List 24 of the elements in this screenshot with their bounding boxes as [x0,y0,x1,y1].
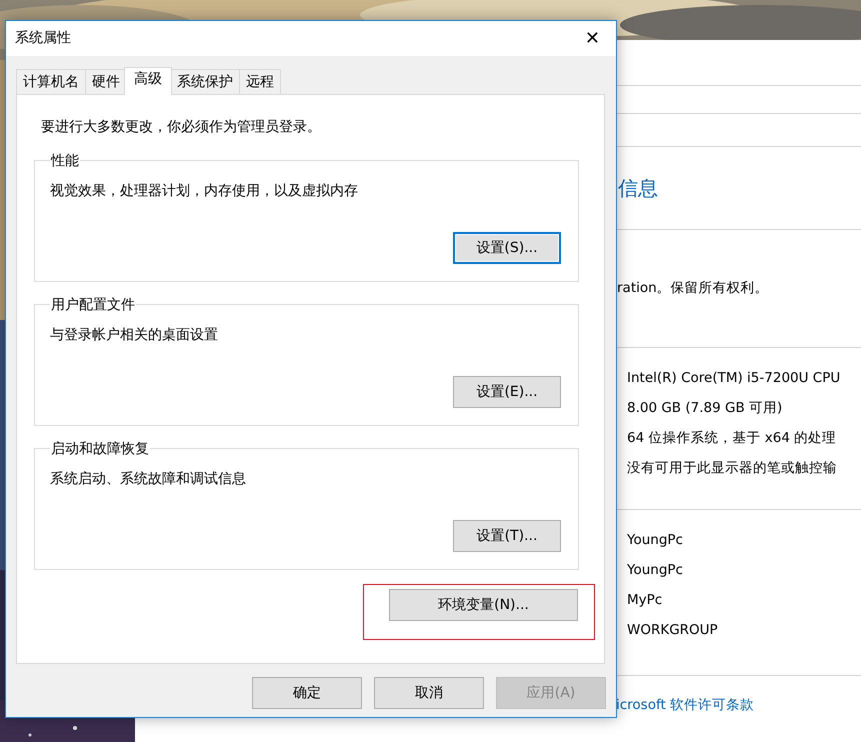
group-description: 视觉效果，处理器计划，内存使用，以及虚拟内存 [50,182,358,201]
admin-note: 要进行大多数更改，你必须作为管理员登录。 [40,118,322,137]
dialog-button[interactable]: 取消 [374,677,484,709]
computer-name-value: YoungPc [627,561,684,580]
dialog-button[interactable]: 确定 [252,677,362,709]
license-link[interactable]: icrosoft 软件许可条款 [616,697,754,713]
copyright-text: ration。保留所有权利。 [617,279,769,298]
computer-name-value: YoungPc [627,531,684,550]
environment-variables-button[interactable]: 环境变量(N)... [389,589,578,621]
tab[interactable]: 远程 [239,69,281,94]
group-description: 系统启动、系统故障和调试信息 [50,470,246,489]
tab[interactable]: 计算机名 [16,69,86,94]
computer-name-value: MyPc [627,591,664,610]
spec-value: 8.00 GB (7.89 GB 可用) [627,399,784,418]
computer-name-value: WORKGROUP [627,621,719,640]
settings-button[interactable]: 设置(S)... [453,232,561,264]
spec-value: Intel(R) Core(TM) i5-7200U CPU [627,369,842,388]
spec-value: 64 位操作系统，基于 x64 的处理 [627,429,838,448]
tab[interactable]: 高级 [124,67,172,95]
section-heading: 信息 [618,175,658,202]
group-description: 与登录帐户相关的桌面设置 [50,326,218,345]
settings-button[interactable]: 设置(T)... [453,520,561,552]
settings-button[interactable]: 设置(E)... [453,376,561,408]
spec-value: 没有可用于此显示器的笔或触控输 [627,459,838,478]
